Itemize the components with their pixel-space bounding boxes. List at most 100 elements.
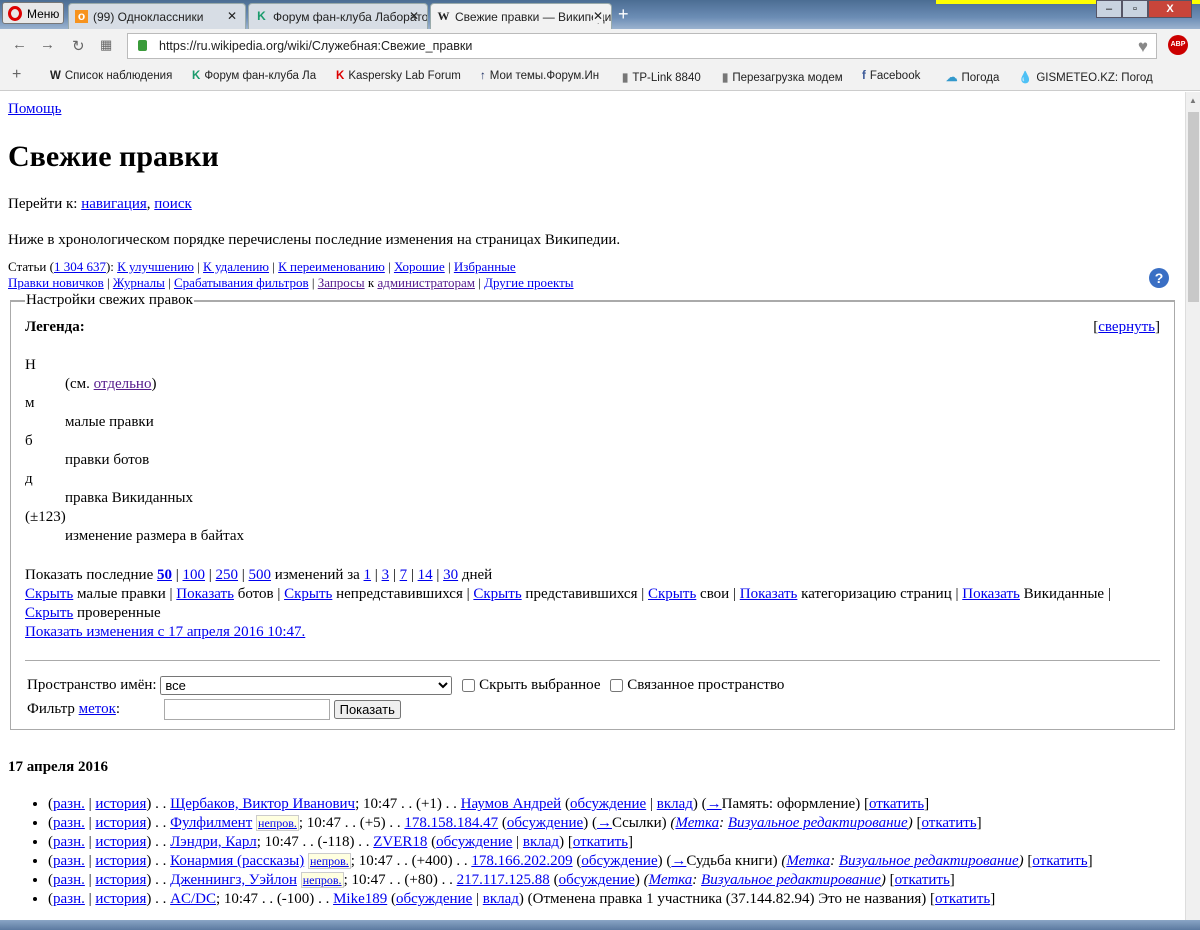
jump-search-link[interactable]: поиск bbox=[154, 196, 192, 212]
scroll-thumb[interactable] bbox=[1188, 112, 1199, 302]
days-link[interactable]: 30 bbox=[443, 567, 458, 583]
scrollbar[interactable]: ▲ bbox=[1185, 92, 1200, 920]
page-title-link[interactable]: Дженнингз, Уэйлон bbox=[170, 872, 297, 888]
rollback-link[interactable]: откатить bbox=[895, 872, 950, 888]
forward-icon[interactable]: → bbox=[40, 37, 55, 54]
history-link[interactable]: история bbox=[95, 815, 146, 831]
tab-kaspersky-forum[interactable]: K Форум фан-клуба Лаборатории Касперского… bbox=[248, 3, 428, 29]
namespace-select[interactable]: все bbox=[160, 676, 453, 696]
quick-link[interactable]: К улучшению bbox=[117, 259, 194, 274]
toggle-link[interactable]: Скрыть bbox=[25, 586, 73, 602]
section-link[interactable]: → bbox=[707, 796, 722, 812]
limit-link[interactable]: 250 bbox=[216, 567, 239, 583]
unpatrolled-badge[interactable]: непров. bbox=[307, 853, 351, 869]
hide-selected-checkbox[interactable] bbox=[462, 679, 476, 693]
section-link[interactable]: → bbox=[597, 815, 612, 831]
diff-link[interactable]: разн. bbox=[53, 872, 85, 888]
bookmark-modem-reboot[interactable]: ▮ Перезагрузка модем bbox=[722, 70, 843, 84]
add-bookmark-icon[interactable]: + bbox=[12, 66, 21, 84]
close-tab-icon[interactable]: ✕ bbox=[592, 9, 603, 23]
reload-icon[interactable]: ↻ bbox=[72, 37, 85, 56]
back-icon[interactable]: ← bbox=[12, 37, 27, 54]
quick-link[interactable]: Срабатывания фильтров bbox=[174, 275, 309, 290]
bookmark-weather[interactable]: ☁ Погода bbox=[946, 70, 999, 84]
quick-link[interactable]: Хорошие bbox=[394, 259, 445, 274]
rollback-link[interactable]: откатить bbox=[921, 815, 976, 831]
close-window-button[interactable]: X bbox=[1148, 0, 1192, 18]
jump-navigation-link[interactable]: навигация bbox=[81, 196, 147, 212]
contribs-link[interactable]: вклад bbox=[657, 796, 693, 812]
quick-link[interactable]: Правки новичков bbox=[8, 275, 104, 290]
talk-link[interactable]: обсуждение bbox=[507, 815, 583, 831]
bookmark-tplink[interactable]: ▮ TP-Link 8840 bbox=[622, 70, 701, 84]
show-since-link[interactable]: Показать изменения с 17 апреля 2016 10:4… bbox=[25, 624, 305, 640]
quick-link[interactable]: Избранные bbox=[454, 259, 516, 274]
tag-filter-input[interactable] bbox=[163, 699, 330, 721]
bookmark-kaspersky-forum[interactable]: K Kaspersky Lab Forum bbox=[336, 70, 461, 82]
talk-link[interactable]: обсуждение bbox=[581, 853, 657, 869]
user-link[interactable]: 178.166.202.209 bbox=[471, 853, 572, 869]
user-link[interactable]: ZVER18 bbox=[373, 834, 427, 850]
tag-label-link[interactable]: Метка bbox=[786, 853, 830, 869]
toggle-link[interactable]: Скрыть bbox=[473, 586, 521, 602]
days-link[interactable]: 1 bbox=[364, 567, 372, 583]
rollback-link[interactable]: откатить bbox=[935, 891, 990, 907]
talk-link[interactable]: обсуждение bbox=[559, 872, 635, 888]
tag-label-link[interactable]: Метка bbox=[649, 872, 693, 888]
opera-menu-button[interactable]: Меню bbox=[2, 2, 64, 24]
bookmark-gismeteo[interactable]: 💧 GISMETEO.KZ: Погод bbox=[1018, 70, 1153, 84]
limit-link[interactable]: 500 bbox=[249, 567, 272, 583]
bookmark-my-topics[interactable]: ↑ Мои темы.Форум.Ин bbox=[480, 70, 599, 82]
toggle-link[interactable]: Скрыть bbox=[648, 586, 696, 602]
talk-link[interactable]: обсуждение bbox=[570, 796, 646, 812]
toggle-link[interactable]: Показать bbox=[176, 586, 234, 602]
user-link[interactable]: Mike189 bbox=[333, 891, 387, 907]
page-title-link[interactable]: Лэндри, Карл bbox=[170, 834, 257, 850]
limit-link[interactable]: 100 bbox=[183, 567, 206, 583]
adblock-icon[interactable]: ABP bbox=[1168, 35, 1188, 55]
page-title-link[interactable]: Фулфилмент bbox=[170, 815, 252, 831]
tag-link[interactable]: Визуальное редактирование bbox=[839, 853, 1019, 869]
user-link[interactable]: Наумов Андрей bbox=[461, 796, 562, 812]
maximize-button[interactable]: ▫ bbox=[1122, 0, 1148, 18]
new-tab-button[interactable]: + bbox=[618, 4, 629, 25]
history-link[interactable]: история bbox=[95, 891, 146, 907]
diff-link[interactable]: разн. bbox=[53, 815, 85, 831]
articles-count-link[interactable]: 1 304 637 bbox=[54, 259, 106, 274]
close-tab-icon[interactable]: ✕ bbox=[227, 9, 237, 23]
contribs-link[interactable]: вклад bbox=[523, 834, 559, 850]
contribs-link[interactable]: вклад bbox=[483, 891, 519, 907]
days-link[interactable]: 7 bbox=[400, 567, 408, 583]
toggle-link[interactable]: Скрыть bbox=[25, 605, 73, 621]
close-tab-icon[interactable]: ✕ bbox=[409, 9, 419, 23]
bookmark-watchlist[interactable]: W Список наблюдения bbox=[50, 70, 172, 82]
diff-link[interactable]: разн. bbox=[53, 853, 85, 869]
section-link[interactable]: → bbox=[671, 853, 686, 869]
history-link[interactable]: история bbox=[95, 872, 146, 888]
tab-recent-changes[interactable]: W Свежие правки — Википедия ✕ bbox=[430, 3, 612, 29]
other-projects-link[interactable]: Другие проекты bbox=[484, 275, 573, 290]
page-title-link[interactable]: Конармия (рассказы) bbox=[170, 853, 304, 869]
toggle-link[interactable]: Скрыть bbox=[284, 586, 332, 602]
tags-link[interactable]: меток bbox=[79, 701, 116, 717]
minimize-button[interactable]: – bbox=[1096, 0, 1122, 18]
help-link[interactable]: Помощь bbox=[8, 101, 61, 117]
page-title-link[interactable]: AC/DC bbox=[170, 891, 216, 907]
unpatrolled-badge[interactable]: непров. bbox=[300, 872, 344, 888]
limit-link[interactable]: 50 bbox=[157, 567, 172, 583]
associated-checkbox[interactable] bbox=[610, 679, 624, 693]
user-link[interactable]: 178.158.184.47 bbox=[404, 815, 498, 831]
rollback-link[interactable]: откатить bbox=[1032, 853, 1087, 869]
diff-link[interactable]: разн. bbox=[53, 891, 85, 907]
talk-link[interactable]: обсуждение bbox=[396, 891, 472, 907]
tag-link[interactable]: Визуальное редактирование bbox=[701, 872, 881, 888]
rollback-link[interactable]: откатить bbox=[573, 834, 628, 850]
days-link[interactable]: 3 bbox=[382, 567, 390, 583]
speed-dial-icon[interactable]: ▦ bbox=[100, 37, 112, 53]
quick-link[interactable]: Журналы bbox=[113, 275, 165, 290]
diff-link[interactable]: разн. bbox=[53, 796, 85, 812]
diff-link[interactable]: разн. bbox=[53, 834, 85, 850]
talk-link[interactable]: обсуждение bbox=[436, 834, 512, 850]
tab-odnoklassniki[interactable]: o (99) Одноклассники ✕ bbox=[68, 3, 246, 29]
history-link[interactable]: история bbox=[95, 796, 146, 812]
